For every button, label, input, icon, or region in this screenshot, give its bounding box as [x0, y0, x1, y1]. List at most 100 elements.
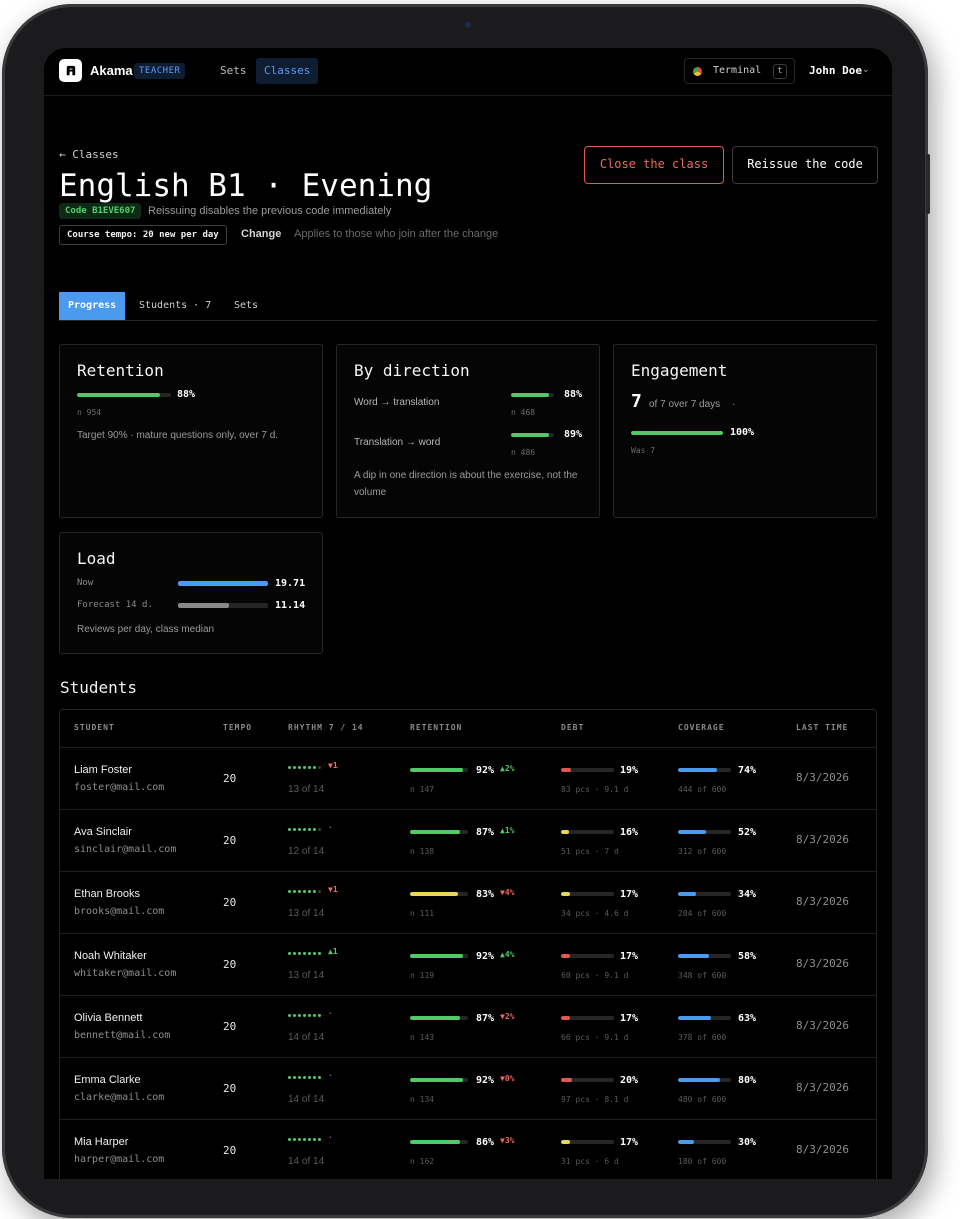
retention-n: n 119 — [410, 971, 435, 980]
debt-sub: 97 pcs · 8.1 d — [561, 1095, 629, 1104]
rhythm-dots — [288, 1073, 321, 1079]
retention-value: 92% — [476, 1075, 495, 1086]
load-value: 11.14 — [275, 600, 306, 611]
table-row[interactable]: Noah Whitaker whitaker@mail.com 20 ▲1 13 of … — [60, 933, 876, 995]
rhythm-dot — [308, 828, 311, 831]
terminal-icon — [693, 67, 702, 76]
table-row[interactable]: Ava Sinclair sinclair@mail.com 20 · 12 of 14… — [60, 809, 876, 871]
table-row[interactable]: Liam Foster foster@mail.com 20 ▼1 13 of 14 92… — [60, 747, 876, 809]
rhythm-sub: 14 of 14 — [288, 1094, 325, 1105]
column-header[interactable]: DEBT — [561, 723, 584, 732]
nav-classes[interactable]: Classes — [256, 58, 319, 84]
rhythm-dot — [298, 952, 301, 955]
rhythm-dot — [313, 1138, 316, 1141]
engagement-count: 7 — [631, 391, 642, 412]
back-link[interactable]: ← Classes — [59, 148, 119, 161]
rhythm-dot — [318, 890, 321, 893]
table-row[interactable]: Emma Clarke clarke@mail.com 20 · 14 of 14 92%… — [60, 1057, 876, 1119]
column-header[interactable]: COVERAGE — [678, 723, 725, 732]
student-tempo: 20 — [223, 1082, 237, 1095]
table-row[interactable]: Ethan Brooks brooks@mail.com 20 ▼1 13 of 14 8… — [60, 871, 876, 933]
table-row[interactable]: Olivia Bennett bennett@mail.com 20 · 14 of 1… — [60, 995, 876, 1057]
chevron-down-icon[interactable]: ⌄ — [862, 65, 870, 75]
tab-students[interactable]: Students · 7 — [130, 292, 220, 320]
retention-value: 86% — [476, 1137, 495, 1148]
rhythm-delta: ▼1 — [328, 761, 338, 770]
student-name[interactable]: Olivia Bennett — [74, 1012, 142, 1024]
retention-bar-fill — [410, 1140, 460, 1144]
debt-bar — [561, 1016, 614, 1020]
last-time: 8/3/2026 — [796, 833, 849, 846]
retention-delta: ▼0% — [500, 1074, 515, 1083]
logo-icon[interactable] — [59, 59, 82, 82]
student-email: clarke@mail.com — [74, 1092, 165, 1103]
retention-delta: ▲1% — [500, 826, 515, 835]
rhythm-dot — [288, 1014, 291, 1017]
student-email: harper@mail.com — [74, 1154, 165, 1165]
coverage-sub: 204 of 600 — [678, 909, 727, 918]
rhythm-sub: 14 of 14 — [288, 1156, 325, 1167]
rhythm-dot — [293, 952, 296, 955]
coverage-bar-fill — [678, 768, 718, 772]
rhythm-dot — [313, 1076, 316, 1079]
coverage-bar — [678, 892, 731, 896]
column-header[interactable]: RHYTHM 7 / 14 — [288, 723, 364, 732]
debt-bar-fill — [561, 1140, 570, 1144]
load-card: Load Now 19.71 Forecast 14 d. 11.14 Revi… — [59, 532, 323, 654]
table-row[interactable]: Mia Harper harper@mail.com 20 · 14 of 14 86% ▼… — [60, 1119, 876, 1179]
rhythm-sub: 14 of 14 — [288, 1032, 325, 1043]
rhythm-dot — [318, 828, 321, 831]
debt-bar-fill — [561, 1016, 570, 1020]
student-name[interactable]: Liam Foster — [74, 764, 132, 776]
rhythm-dot — [298, 1014, 301, 1017]
load-label: Forecast 14 d. — [77, 600, 153, 610]
close-class-button[interactable]: Close the class — [584, 146, 724, 184]
retention-value: 92% — [476, 951, 495, 962]
student-name[interactable]: Noah Whitaker — [74, 950, 147, 962]
tab-sets[interactable]: Sets — [225, 292, 267, 320]
nav-sets[interactable]: Sets — [212, 58, 255, 84]
terminal-button[interactable]: Terminal t — [684, 58, 795, 84]
top-bar: Akama TEACHER Sets Classes Terminal t Jo… — [44, 48, 892, 96]
user-menu[interactable]: John Doe — [809, 64, 862, 77]
student-name[interactable]: Ethan Brooks — [74, 888, 140, 900]
coverage-value: 80% — [738, 1075, 757, 1086]
rhythm-dot — [318, 766, 321, 769]
brand-name[interactable]: Akama — [90, 63, 133, 78]
card-title: Engagement — [631, 361, 728, 380]
coverage-value: 58% — [738, 951, 757, 962]
debt-bar — [561, 1078, 614, 1082]
retention-n: n 147 — [410, 785, 435, 794]
rhythm-dot — [308, 766, 311, 769]
debt-value: 17% — [620, 1137, 639, 1148]
column-header[interactable]: LAST TIME — [796, 723, 848, 732]
load-note: Reviews per day, class median — [77, 624, 215, 635]
rhythm-dot — [303, 766, 306, 769]
student-name[interactable]: Emma Clarke — [74, 1074, 141, 1086]
coverage-sub: 444 of 600 — [678, 785, 727, 794]
debt-bar — [561, 768, 614, 772]
retention-card: Retention 88% n 954 Target 90% · mature … — [59, 344, 323, 518]
retention-delta: ▲2% — [500, 764, 515, 773]
student-tempo: 20 — [223, 772, 237, 785]
student-tempo: 20 — [223, 834, 237, 847]
coverage-bar — [678, 954, 731, 958]
last-time: 8/3/2026 — [796, 895, 849, 908]
reissue-code-button[interactable]: Reissue the code — [732, 146, 878, 184]
debt-value: 20% — [620, 1075, 639, 1086]
student-name[interactable]: Mia Harper — [74, 1136, 128, 1148]
column-header[interactable]: TEMPO — [223, 723, 252, 732]
student-name[interactable]: Ava Sinclair — [74, 826, 132, 838]
rhythm-dots — [288, 949, 321, 955]
debt-sub: 60 pcs · 9.1 d — [561, 971, 629, 980]
column-header[interactable]: RETENTION — [410, 723, 462, 732]
rhythm-dot — [298, 890, 301, 893]
column-header[interactable]: STUDENT — [74, 723, 115, 732]
debt-bar — [561, 892, 614, 896]
change-tempo-link[interactable]: Change — [241, 228, 281, 240]
tab-progress[interactable]: Progress — [59, 292, 126, 320]
last-time: 8/3/2026 — [796, 957, 849, 970]
rhythm-dot — [308, 1138, 311, 1141]
debt-sub: 31 pcs · 6 d — [561, 1157, 619, 1166]
direction-bar — [511, 393, 554, 397]
